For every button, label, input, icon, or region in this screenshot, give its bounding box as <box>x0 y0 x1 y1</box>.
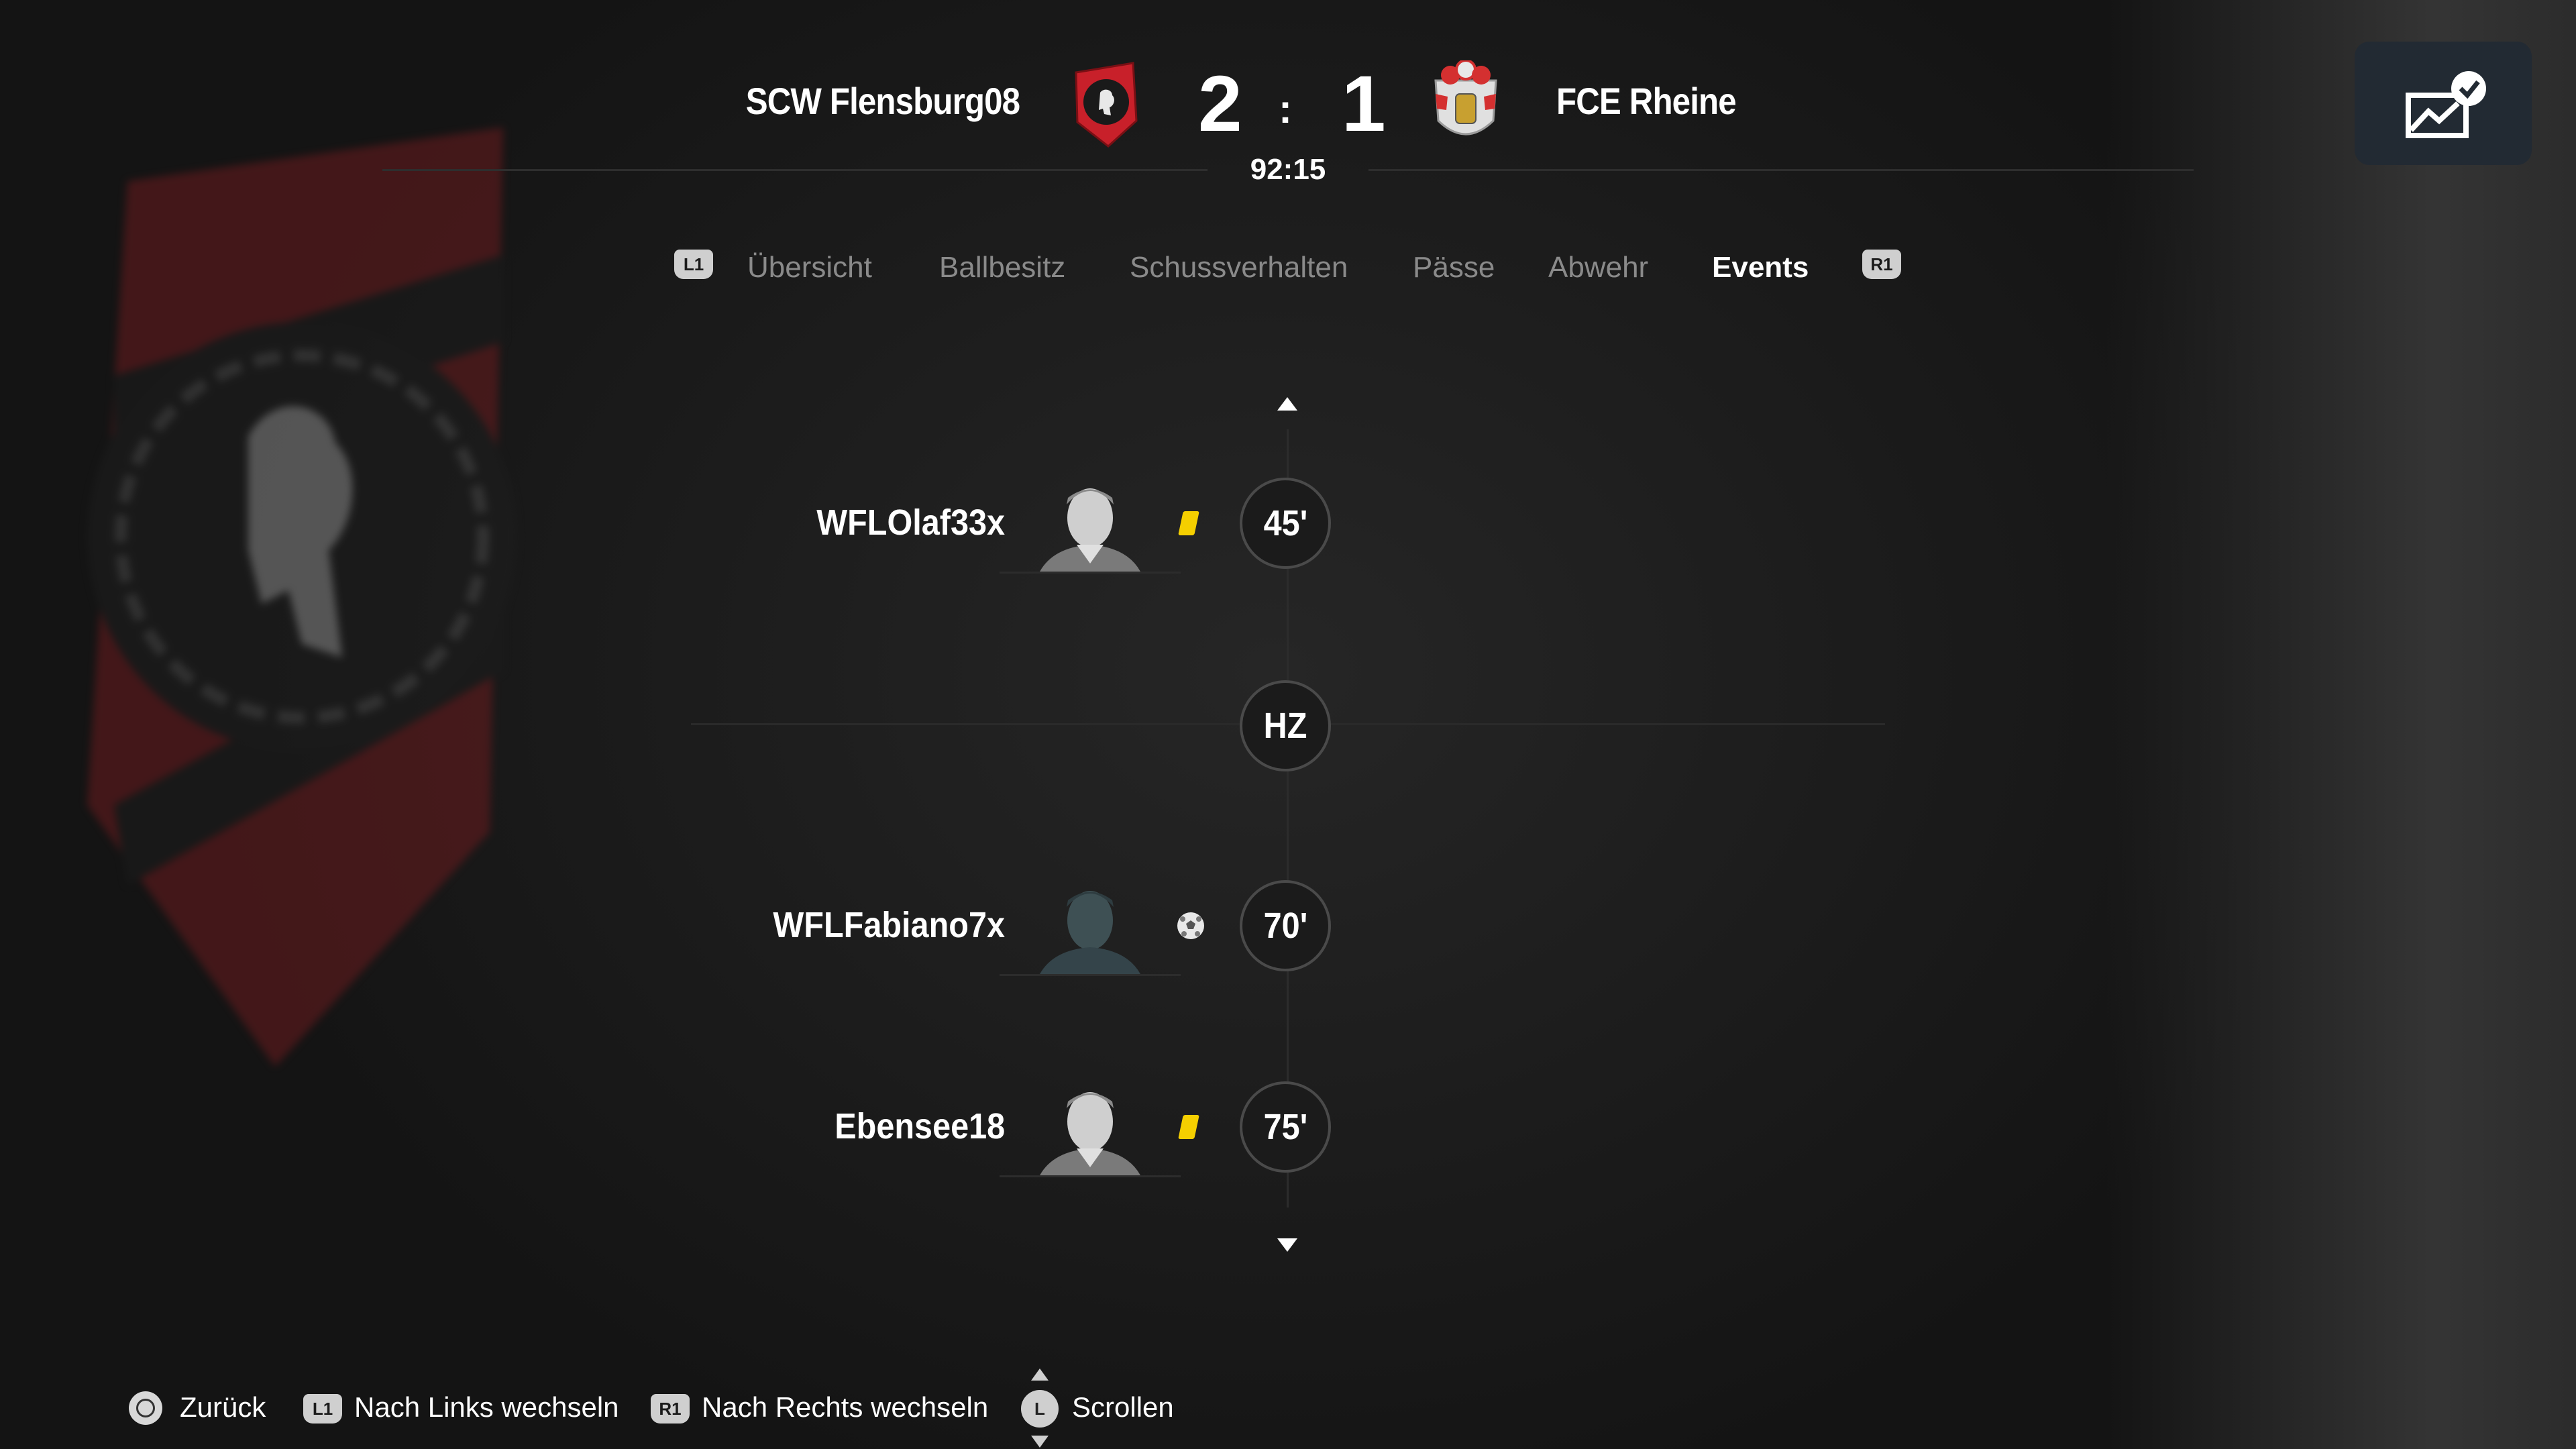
scroll-up-arrow-icon[interactable] <box>1277 397 1297 411</box>
away-team-crest-icon <box>1434 60 1497 136</box>
home-score: 2 <box>1198 60 1242 148</box>
score-separator: : <box>1279 87 1292 131</box>
player-avatar <box>1000 1081 1181 1177</box>
event-minute: 70' <box>1240 880 1331 971</box>
halftime-marker: HZ <box>1240 680 1331 771</box>
stats-tab-bar: L1 Übersicht Ballbesitz Schussverhalten … <box>0 246 2576 292</box>
event-minute: 75' <box>1240 1081 1331 1173</box>
tab-ballbesitz[interactable]: Ballbesitz <box>939 251 1065 284</box>
tab-abwehr[interactable]: Abwehr <box>1548 251 1648 284</box>
r1-button-hint[interactable]: R1 <box>1862 250 1901 279</box>
l1-button-hint[interactable]: L1 <box>303 1394 342 1424</box>
background-player-figure <box>2106 0 2576 1449</box>
back-hint-label[interactable]: Zurück <box>180 1391 266 1424</box>
tab-uebersicht[interactable]: Übersicht <box>747 251 872 284</box>
event-player-name: WFLFabiano7x <box>773 905 1005 945</box>
scroll-down-arrow-icon[interactable] <box>1277 1238 1297 1252</box>
home-team-name: SCW Flensburg08 <box>745 80 1020 122</box>
circle-button-icon[interactable] <box>129 1391 162 1425</box>
home-team-crest-icon <box>1075 62 1138 148</box>
scroll-hint-label[interactable]: Scrollen <box>1072 1391 1174 1424</box>
tab-paesse[interactable]: Pässe <box>1413 251 1495 284</box>
match-clock: 92:15 <box>1250 153 1326 186</box>
tab-schussverhalten[interactable]: Schussverhalten <box>1130 251 1348 284</box>
chart-check-icon <box>2406 71 2486 138</box>
event-minute: 45' <box>1240 478 1331 569</box>
switch-left-hint-label[interactable]: Nach Links wechseln <box>354 1391 619 1424</box>
stick-up-icon <box>1031 1368 1049 1381</box>
performance-stats-button[interactable] <box>2355 42 2532 165</box>
event-player-name: Ebensee18 <box>835 1106 1005 1146</box>
header-divider-right <box>1368 169 2194 171</box>
header-divider-left <box>382 169 1208 171</box>
away-score: 1 <box>1342 60 1386 148</box>
goal-ball-icon <box>1177 912 1204 939</box>
left-stick-icon[interactable]: L <box>1021 1390 1059 1428</box>
player-avatar <box>1000 478 1181 574</box>
switch-right-hint-label[interactable]: Nach Rechts wechseln <box>702 1391 988 1424</box>
r1-button-hint[interactable]: R1 <box>651 1394 690 1424</box>
stick-down-icon <box>1031 1436 1049 1448</box>
player-avatar <box>1000 880 1181 976</box>
tab-events[interactable]: Events <box>1712 251 1809 284</box>
away-team-name: FCE Rheine <box>1556 80 1737 122</box>
button-hints-bar: Zurück L1 Nach Links wechseln R1 Nach Re… <box>0 1368 2576 1448</box>
event-player-name: WFLOlaf33x <box>816 502 1005 543</box>
l1-button-hint[interactable]: L1 <box>674 250 713 279</box>
